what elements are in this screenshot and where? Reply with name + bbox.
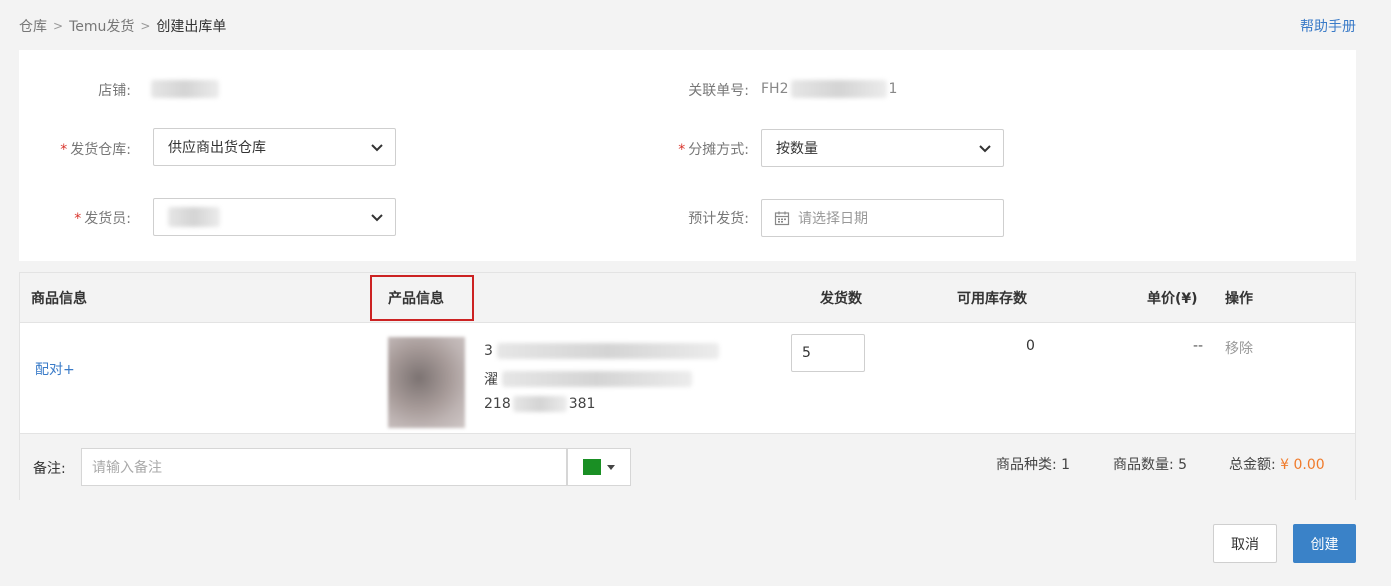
eta-label: 预计发货: — [688, 211, 749, 227]
help-manual-link[interactable]: 帮助手册 — [1300, 16, 1356, 36]
col-product-info: 产品信息 — [388, 291, 444, 307]
shop-value-redacted — [151, 80, 219, 98]
col-ship-qty: 发货数 — [820, 291, 862, 307]
color-picker-button[interactable] — [567, 448, 631, 486]
summary-kinds: 商品种类: 1 — [996, 457, 1071, 473]
warehouse-select-value: 供应商出货仓库 — [168, 140, 266, 156]
remark-label: 备注: — [33, 461, 66, 477]
color-swatch — [583, 459, 601, 475]
create-button[interactable]: 创建 — [1293, 524, 1356, 563]
product-title-redacted — [496, 343, 719, 359]
remark-input[interactable]: 请输入备注 — [81, 448, 567, 486]
required-mark: * — [60, 142, 68, 158]
table-row: 配对+ 3 濯 218 381 5 0 -- 移除 — [20, 323, 1355, 434]
shipper-select[interactable] — [153, 198, 396, 236]
warehouse-label: * 发货仓库: — [60, 142, 131, 158]
cancel-button[interactable]: 取消 — [1213, 524, 1277, 563]
remove-link[interactable]: 移除 — [1225, 338, 1253, 358]
total-amount: ¥ 0.00 — [1280, 457, 1325, 473]
eta-placeholder: 请选择日期 — [798, 211, 868, 227]
remark-placeholder: 请输入备注 — [92, 460, 162, 476]
allocation-select[interactable]: 按数量 — [761, 129, 1004, 167]
product-title-line-1: 3 — [484, 343, 719, 359]
ship-qty-input[interactable]: 5 — [791, 334, 865, 372]
shipper-value-redacted — [168, 207, 220, 227]
col-available-stock: 可用库存数 — [957, 291, 1027, 307]
summary-count: 商品数量: 5 — [1113, 457, 1188, 473]
col-goods-info: 商品信息 — [31, 291, 87, 307]
unit-price-value: -- — [1193, 338, 1204, 354]
product-title-line-2: 濯 — [484, 369, 692, 389]
required-mark: * — [74, 211, 82, 227]
required-mark: * — [678, 142, 686, 158]
eta-date-input[interactable]: 请选择日期 — [761, 199, 1004, 237]
breadcrumb-current: 创建出库单 — [156, 19, 227, 35]
shop-label: 店铺: — [98, 83, 131, 99]
calendar-icon — [774, 211, 790, 226]
breadcrumb-separator-icon: > — [140, 19, 151, 33]
shipper-label: * 发货员: — [74, 211, 131, 227]
table-footer: 备注: 请输入备注 商品种类: 1 商品数量: 5 总金额: ¥ 0.00 — [20, 434, 1355, 500]
related-order-label: 关联单号: — [688, 83, 749, 99]
allocation-select-value: 按数量 — [776, 141, 818, 157]
product-subtitle-redacted — [502, 371, 692, 387]
sku-redacted — [512, 396, 567, 412]
summary-total: 总金额: ¥ 0.00 — [1229, 457, 1325, 473]
chevron-down-icon — [979, 145, 991, 153]
breadcrumb-temu-shipping[interactable]: Temu发货 — [69, 16, 134, 36]
warehouse-select[interactable]: 供应商出货仓库 — [153, 128, 396, 166]
related-order-value: FH2 1 — [761, 80, 898, 98]
available-stock-value: 0 — [1026, 338, 1035, 354]
related-order-redacted — [790, 80, 887, 98]
product-sku: 218 381 — [484, 396, 596, 412]
items-table: 商品信息 产品信息 发货数 可用库存数 单价(¥) 操作 配对+ 3 濯 218… — [19, 272, 1356, 500]
col-actions: 操作 — [1225, 291, 1253, 307]
allocation-label: * 分摊方式: — [678, 142, 749, 158]
chevron-down-icon — [371, 144, 383, 152]
breadcrumb-separator-icon: > — [53, 19, 64, 33]
shipment-form: 店铺: 关联单号: FH2 1 * 发货仓库: 供应商出货仓库 * 分摊方式: 按数… — [19, 50, 1356, 261]
breadcrumb: 仓库 > Temu发货 > 创建出库单 — [19, 16, 226, 36]
pair-link[interactable]: 配对+ — [35, 359, 75, 379]
product-thumbnail — [388, 337, 465, 428]
table-header: 商品信息 产品信息 发货数 可用库存数 单价(¥) 操作 — [20, 273, 1355, 323]
col-unit-price: 单价(¥) — [1147, 291, 1198, 307]
breadcrumb-warehouse[interactable]: 仓库 — [19, 16, 47, 36]
chevron-down-icon — [371, 214, 383, 222]
caret-down-icon — [607, 464, 615, 470]
page-header: 仓库 > Temu发货 > 创建出库单 帮助手册 — [0, 0, 1391, 50]
